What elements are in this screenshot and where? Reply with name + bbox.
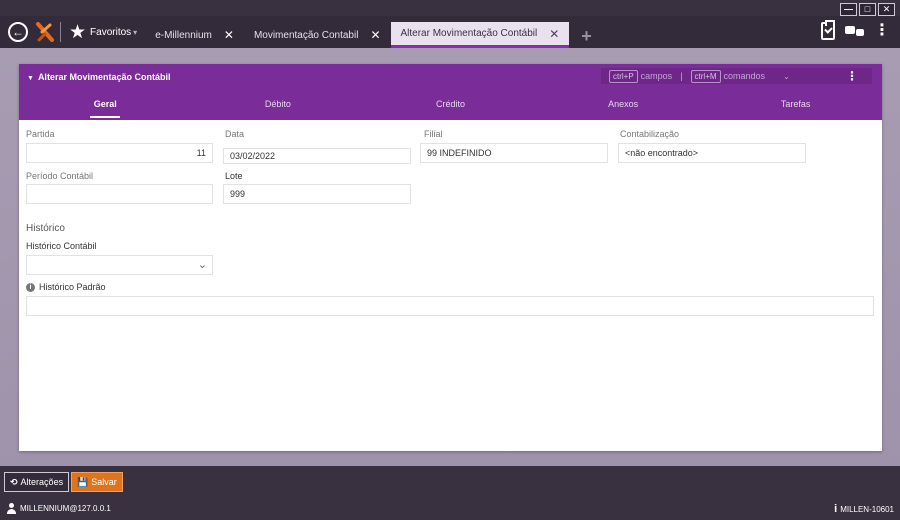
divider [60, 22, 61, 42]
history-icon: ⟲ [10, 476, 18, 487]
save-icon: 💾 [77, 476, 89, 487]
collapse-triangle-icon[interactable]: ▼ [27, 75, 34, 82]
back-arrow-icon[interactable]: ← [8, 22, 28, 42]
tab-alterar-movimentacao-contabil[interactable]: Alterar Movimentação Contábil ✕ [390, 22, 570, 48]
historico-padrao-label: i Histórico Padrão [26, 282, 106, 293]
close-tab-icon[interactable]: ✕ [224, 28, 234, 42]
tab-label: Alterar Movimentação Contábil [400, 28, 538, 39]
shortcut-separator: | [680, 71, 683, 81]
close-icon[interactable]: ✕ [878, 3, 895, 16]
data-label: Data [225, 129, 245, 139]
window-controls: — □ ✕ [840, 3, 895, 16]
historico-section-title: Histórico [26, 223, 65, 234]
historico-contabil-select[interactable]: ⌄ [26, 255, 213, 275]
top-right-actions: ⋮ [821, 20, 890, 40]
form-card: ▼ Alterar Movimentação Contábil ctrl+P ca… [19, 64, 882, 451]
close-tab-icon[interactable]: ✕ [370, 28, 380, 42]
section-tabs: Geral Débito Crédito Anexos Tarefas [19, 96, 882, 120]
periodo-contabil-field[interactable] [26, 184, 213, 204]
partida-label: Partida [26, 129, 55, 139]
clipboard-check-icon[interactable] [821, 20, 835, 40]
historico-padrao-field[interactable] [26, 296, 874, 316]
more-options-icon[interactable]: ⋮ [846, 69, 858, 83]
form-title[interactable]: ▼ Alterar Movimentação Contábil [27, 72, 170, 82]
status-user-text: MILLENNIUM@127.0.0.1 [20, 504, 111, 513]
add-tab-icon[interactable]: + [581, 26, 592, 47]
minimize-icon[interactable]: — [840, 3, 857, 16]
lote-field[interactable]: 999 [223, 184, 411, 204]
status-bar: MILLENNIUM@127.0.0.1 i MILLEN-10601 [0, 500, 900, 520]
filial-label: Filial [424, 129, 443, 139]
campos-shortcut-key: ctrl+P [609, 69, 638, 83]
historico-padrao-label-text: Histórico Padrão [39, 282, 106, 292]
data-field[interactable]: 03/02/2022 [223, 148, 411, 164]
contabilizacao-field[interactable]: <não encontrado> [618, 143, 806, 163]
alteracoes-label: Alterações [20, 477, 64, 487]
millennium-logo-icon [36, 22, 54, 42]
partida-field[interactable]: 11 [26, 143, 213, 163]
comandos-shortcut-label[interactable]: comandos [724, 71, 766, 81]
shortcut-bar: ctrl+P campos | ctrl+M comandos ⌄ ⋮ [601, 68, 872, 84]
more-options-icon[interactable]: ⋮ [874, 23, 890, 39]
tab-debito[interactable]: Débito [192, 96, 365, 120]
maximize-icon[interactable]: □ [859, 3, 876, 16]
star-icon[interactable]: ★ [69, 23, 86, 42]
tab-label: Movimentação Contabil [253, 29, 359, 41]
status-host-text: MILLEN-10601 [840, 504, 894, 514]
periodo-contabil-label: Período Contábil [26, 171, 94, 181]
user-icon [6, 503, 17, 514]
info-icon: i [834, 503, 838, 515]
tab-e-millennium[interactable]: e-Millennium ✕ [145, 22, 244, 48]
status-user: MILLENNIUM@127.0.0.1 [6, 503, 111, 514]
chat-icon[interactable] [845, 26, 864, 36]
form-title-text: Alterar Movimentação Contábil [37, 72, 171, 82]
favorites-menu[interactable]: Favoritos [90, 27, 131, 38]
tab-tarefas[interactable]: Tarefas [709, 96, 882, 120]
tab-geral[interactable]: Geral [19, 96, 192, 120]
tab-anexos[interactable]: Anexos [537, 96, 710, 120]
contabilizacao-label: Contabilização [620, 129, 680, 139]
filial-field[interactable]: 99 INDEFINIDO [420, 143, 608, 163]
comandos-shortcut-key: ctrl+M [690, 69, 721, 83]
info-icon[interactable]: i [26, 283, 35, 293]
top-navigation-bar: ← ★ Favoritos ▾ e-Millennium ✕ Movimenta… [0, 16, 900, 48]
alteracoes-button[interactable]: ⟲ Alterações [4, 472, 70, 492]
form-header: ▼ Alterar Movimentação Contábil ctrl+P ca… [19, 64, 882, 120]
chevron-down-icon[interactable]: ⌄ [198, 258, 207, 271]
save-label: Salvar [91, 477, 117, 487]
tab-label: e-Millennium [155, 29, 212, 41]
tab-movimentacao-contabil[interactable]: Movimentação Contabil ✕ [244, 22, 391, 48]
close-tab-icon[interactable]: ✕ [549, 27, 559, 41]
lote-label: Lote [225, 171, 243, 181]
campos-shortcut-label[interactable]: campos [641, 71, 673, 81]
historico-contabil-label: Histórico Contábil [26, 241, 97, 251]
status-host: i MILLEN-10601 [834, 503, 894, 515]
save-button[interactable]: 💾 Salvar [71, 472, 123, 492]
tab-credito[interactable]: Crédito [364, 96, 537, 120]
chevron-down-icon[interactable]: ▾ [133, 28, 137, 37]
chevron-down-icon[interactable]: ⌄ [783, 72, 790, 81]
